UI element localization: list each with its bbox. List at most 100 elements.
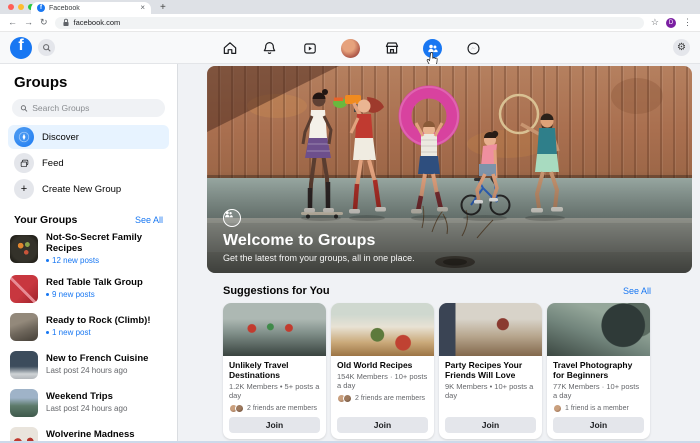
plus-icon: + — [14, 179, 34, 199]
tab-watch[interactable] — [301, 40, 318, 57]
your-groups-heading: Your Groups — [14, 214, 77, 226]
browser-tab-bar: f Facebook × + — [0, 0, 700, 14]
sidebar-item-create-group[interactable]: + Create New Group — [8, 177, 169, 201]
tab-messenger[interactable] — [465, 40, 482, 57]
browser-menu-icon[interactable]: ⋮ — [683, 18, 692, 27]
groups-main-panel: Welcome to Groups Get the latest from yo… — [178, 64, 700, 443]
close-tab-icon[interactable]: × — [140, 4, 145, 12]
friend-avatar — [235, 404, 244, 413]
hero-caption: Welcome to Groups Get the latest from yo… — [223, 209, 415, 263]
group-thumbnail — [10, 313, 38, 341]
address-input[interactable]: facebook.com — [55, 17, 644, 29]
page-body: Groups Discover — [0, 64, 700, 443]
group-activity: Last post 24 hours ago — [46, 366, 127, 375]
join-button[interactable]: Join — [229, 417, 320, 433]
friends-members-label: 1 friend is a member — [565, 405, 629, 412]
tab-home[interactable] — [221, 40, 238, 57]
friend-avatars — [229, 404, 244, 413]
group-cover-photo — [439, 303, 542, 356]
new-tab-icon[interactable]: + — [160, 2, 166, 13]
group-activity: 9 new posts — [52, 290, 95, 299]
feed-icon — [14, 153, 34, 173]
group-list-item[interactable]: Ready to Rock (Climb)! 1 new post — [0, 308, 177, 346]
suggestions-see-all-link[interactable]: See All — [623, 286, 651, 296]
groups-badge-icon — [223, 209, 241, 227]
group-thumbnail — [10, 235, 38, 263]
bookmark-star-icon[interactable]: ☆ — [651, 18, 659, 27]
search-groups-input[interactable] — [32, 103, 157, 113]
header-search-button[interactable] — [38, 39, 55, 56]
sidebar-item-feed[interactable]: Feed — [8, 151, 169, 175]
group-cover-photo — [223, 303, 326, 356]
group-activity: Last post 24 hours ago — [46, 404, 127, 413]
suggestion-card[interactable]: Party Recipes Your Friends Will Love 9K … — [439, 303, 542, 439]
group-list-item[interactable]: Wolverine Madness Last post 1 week ago — [0, 422, 177, 443]
suggestion-card[interactable]: Travel Photography for Beginners 77K Mem… — [547, 303, 650, 439]
browser-url-bar: ← → ↻ facebook.com ☆ D ⋮ — [0, 14, 700, 32]
sidebar-item-label: Create New Group — [42, 184, 121, 195]
search-icon — [20, 104, 28, 113]
hero-title: Welcome to Groups — [223, 232, 415, 250]
unread-dot — [46, 293, 49, 296]
suggestion-card[interactable]: Old World Recipes 154K Members · 10+ pos… — [331, 303, 434, 439]
friend-avatar — [553, 404, 562, 413]
browser-profile-avatar[interactable]: D — [666, 18, 676, 28]
group-list-item[interactable]: New to French Cuisine Last post 24 hours… — [0, 346, 177, 384]
group-activity: 12 new posts — [52, 256, 99, 265]
browser-tab[interactable]: f Facebook × — [31, 2, 151, 14]
suggestion-group-name: Old World Recipes — [337, 360, 428, 370]
facebook-logo[interactable]: f — [10, 37, 32, 59]
suggestion-group-name: Unlikely Travel Destinations — [229, 360, 320, 380]
group-name: Ready to Rock (Climb)! — [46, 316, 151, 327]
group-list-item[interactable]: Weekend Trips Last post 24 hours ago — [0, 384, 177, 422]
suggestion-group-meta: 154K Members · 10+ posts a day — [337, 372, 428, 391]
reload-icon[interactable]: ↻ — [40, 18, 48, 27]
search-groups-field[interactable] — [12, 99, 165, 117]
hero-subtitle: Get the latest from your groups, all in … — [223, 253, 415, 263]
group-cover-photo — [331, 303, 434, 356]
minimize-window-icon[interactable] — [18, 4, 24, 10]
tab-groups-active[interactable] — [423, 39, 442, 58]
suggestion-card[interactable]: Unlikely Travel Destinations 1.2K Member… — [223, 303, 326, 439]
unread-dot — [46, 331, 49, 334]
back-icon[interactable]: ← — [8, 18, 17, 27]
suggestion-group-meta: 1.2K Members • 5+ posts a day — [229, 382, 320, 401]
friend-avatars — [337, 394, 352, 403]
suggestion-cards: Unlikely Travel Destinations 1.2K Member… — [223, 303, 692, 439]
your-groups-see-all-link[interactable]: See All — [135, 215, 163, 225]
groups-sidebar: Groups Discover — [0, 64, 178, 443]
home-icon — [222, 40, 238, 56]
facebook-favicon-icon: f — [37, 4, 45, 12]
group-list-item[interactable]: Not-So-Secret Family Recipes 12 new post… — [0, 228, 177, 270]
suggestion-group-name: Party Recipes Your Friends Will Love — [445, 360, 536, 380]
unread-dot — [46, 259, 49, 262]
group-name: Red Table Talk Group — [46, 278, 143, 289]
page-title: Groups — [14, 74, 163, 91]
bell-icon — [262, 40, 277, 56]
join-button[interactable]: Join — [337, 417, 428, 433]
facebook-nav-tabs — [221, 32, 482, 64]
friend-avatars — [553, 404, 562, 413]
close-window-icon[interactable] — [8, 4, 14, 10]
tab-marketplace[interactable] — [383, 40, 400, 57]
tab-profile-avatar[interactable] — [341, 39, 360, 58]
sidebar-item-label: Discover — [42, 132, 79, 143]
tab-notifications[interactable] — [261, 40, 278, 57]
group-thumbnail — [10, 351, 38, 379]
tab-title: Facebook — [49, 5, 136, 12]
join-button[interactable]: Join — [553, 417, 644, 433]
forward-icon[interactable]: → — [24, 18, 33, 27]
sidebar-item-discover[interactable]: Discover — [8, 125, 169, 149]
suggestion-group-name: Travel Photography for Beginners — [553, 360, 644, 380]
group-activity: 1 new post — [52, 328, 91, 337]
sidebar-item-label: Feed — [42, 158, 64, 169]
watch-video-icon — [302, 41, 318, 56]
search-icon — [42, 43, 52, 53]
group-list-item[interactable]: Red Table Talk Group 9 new posts — [0, 270, 177, 308]
join-button[interactable]: Join — [445, 417, 536, 433]
friends-members-label: 2 friends are members — [355, 395, 425, 402]
settings-gear-button[interactable]: ⚙ — [673, 39, 690, 56]
discover-compass-icon — [14, 127, 34, 147]
group-cover-photo — [547, 303, 650, 356]
group-thumbnail — [10, 275, 38, 303]
